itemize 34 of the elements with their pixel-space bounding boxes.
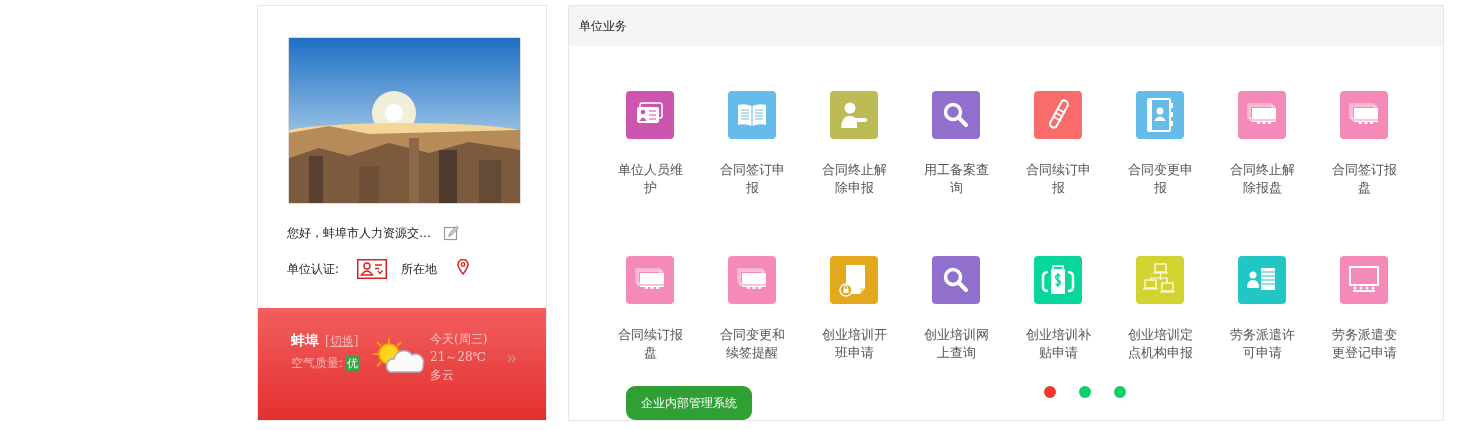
service-item[interactable]: 单位人员维护	[599, 91, 701, 197]
service-item[interactable]: 合同终止解除申报	[803, 91, 905, 197]
certification-label: 单位认证:	[287, 260, 340, 278]
service-item[interactable]: 创业培训开班申请	[803, 256, 905, 362]
service-item[interactable]: 合同续订申报	[1007, 91, 1109, 197]
weather-day: 今天(周三)	[430, 330, 488, 348]
sun-cloud-icon	[372, 336, 427, 376]
page-dot[interactable]	[1114, 386, 1126, 398]
weather-condition: 多云	[430, 367, 456, 384]
service-item[interactable]: 劳务派遣变更登记申请	[1313, 256, 1415, 362]
page-dot[interactable]	[1079, 386, 1091, 398]
service-item[interactable]: 劳务派遣许可申请	[1211, 256, 1313, 362]
location-label: 所在地	[401, 260, 438, 278]
service-item[interactable]: 创业培训补贴申请	[1007, 256, 1109, 362]
page-dot[interactable]	[1044, 386, 1056, 398]
location-pin-icon	[457, 259, 470, 275]
certification-icon	[357, 259, 388, 279]
service-item[interactable]: 创业培训定点机构申报	[1109, 256, 1211, 362]
air-quality-label: 空气质量:	[291, 354, 344, 372]
air-quality-badge: 优	[345, 355, 361, 371]
service-item[interactable]: 合同变更申报	[1109, 91, 1211, 197]
double-chevron-icon	[507, 354, 517, 363]
service-item[interactable]: 合同续订报盘	[599, 256, 701, 362]
service-item[interactable]: 创业培训网上查询	[905, 256, 1007, 362]
service-item[interactable]: 合同签订申报	[701, 91, 803, 197]
service-item[interactable]: 合同终止解除报盘	[1211, 91, 1313, 197]
temperature-text: 21～28℃	[430, 349, 487, 366]
greeting-text: 您好，蚌埠市人力资源交…	[287, 224, 431, 242]
service-item[interactable]: 合同签订报盘	[1313, 91, 1415, 197]
city-name: 蚌埠	[291, 332, 319, 350]
panel-title: 单位业务	[569, 6, 1443, 46]
service-item[interactable]: 合同变更和续签提醒	[701, 256, 803, 362]
edit-icon	[443, 225, 459, 241]
service-item[interactable]: 用工备案查询	[905, 91, 1007, 197]
